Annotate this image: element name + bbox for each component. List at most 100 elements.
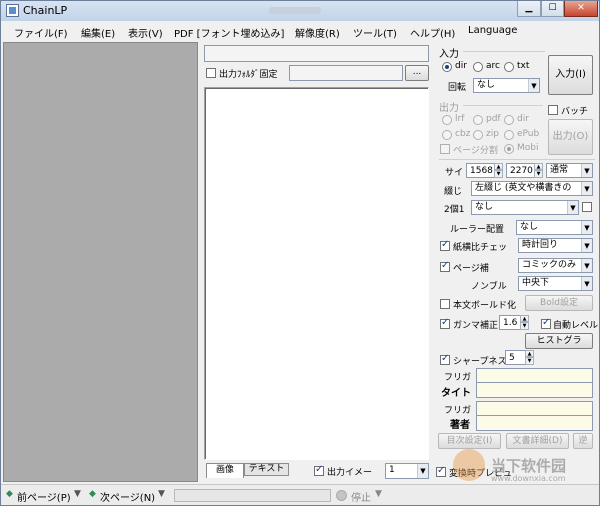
output-epub-radio[interactable] [504,130,514,140]
author-field[interactable] [476,415,593,431]
menu-file[interactable]: ファイル(F) [14,25,68,40]
page-comp-label: ページ補 [453,264,489,274]
size-label: サイ [445,168,464,178]
two-page-value: なし [475,202,494,212]
watermark-url: www.downxia.com [491,474,566,483]
author-furigana-field[interactable] [476,401,593,416]
tab-image[interactable]: 画像 [206,463,244,478]
two-page-select[interactable]: なし ▼ [471,200,579,215]
height-spin-down[interactable]: ▼ [534,170,543,178]
nombre-select[interactable]: 中央下 ▼ [518,276,593,291]
preview-on-convert-checkbox[interactable] [436,465,446,477]
reverse-button[interactable]: 逆 [573,433,593,449]
sharpness-spin-up[interactable]: ▲ [525,350,534,357]
menu-tools[interactable]: ツール(T) [353,25,397,40]
title-furigana-label: フリガ [444,373,472,383]
chevron-down-icon: ▼ [581,239,592,252]
output-mobi-label: Mobi [517,143,539,153]
batch-label: バッチ [561,107,589,117]
book-detail-button[interactable]: 文書詳細(D) [506,433,569,449]
title-furigana-field[interactable] [476,368,593,383]
input-path-field[interactable] [204,45,429,62]
gamma-spin-down[interactable]: ▼ [520,322,529,330]
bold-checkbox[interactable] [440,299,450,309]
next-page-button[interactable]: 次ページ(N) [100,489,155,504]
page-split-checkbox[interactable] [440,144,450,154]
aspect-rotation-value: 時計回り [522,240,559,250]
menu-edit[interactable]: 編集(E) [81,25,115,40]
menu-pdf-font-embed[interactable]: PDF [フォント埋め込み] [174,25,284,40]
title-label: タイト [441,388,471,399]
maximize-button[interactable]: ☐ [541,1,564,17]
output-image-select[interactable]: 1 ▼ [385,463,429,479]
input-arc-radio[interactable] [473,62,483,72]
height-field[interactable]: 2270 [506,163,535,178]
menu-view[interactable]: 表示(V) [128,25,163,40]
stop-button[interactable]: 停止 [351,489,371,504]
gamma-checkbox[interactable] [440,317,450,329]
rotate-label: 回転 [448,83,467,93]
title-bar[interactable]: ChainLP ▁ ☐ ✕ [1,1,599,21]
width-spin-up[interactable]: ▲ [494,163,503,170]
status-bar: ◆ 前ページ(P) ▼ ◆ 次ページ(N) ▼ 停止 ▼ [1,484,599,505]
output-folder-fixed-checkbox[interactable] [206,68,216,78]
sharpness-checkbox[interactable] [440,353,450,365]
menu-help[interactable]: ヘルプ(H) [410,25,455,40]
output-button[interactable]: 出力(O) [548,119,593,155]
gamma-field[interactable]: 1.6 [499,315,521,330]
title-field[interactable] [476,382,593,398]
output-folder-field[interactable] [289,65,403,81]
page-comp-select[interactable]: コミックのみ ▼ [518,258,593,273]
output-cbz-label: cbz [455,129,471,139]
aspect-rotation-select[interactable]: 時計回り ▼ [518,238,593,253]
gamma-spin-up[interactable]: ▲ [520,315,529,322]
close-button[interactable]: ✕ [564,1,598,17]
image-preview-pane[interactable] [3,42,198,482]
bold-label: 本文ボールド化 [453,301,517,311]
bold-settings-button[interactable]: Bold設定 [525,295,593,311]
output-pdf-radio[interactable] [473,115,483,125]
input-txt-radio[interactable] [504,62,514,72]
toc-settings-button[interactable]: 目次設定(I) [438,433,501,449]
ruler-select[interactable]: なし ▼ [516,220,593,235]
output-zip-radio[interactable] [473,130,483,140]
menu-resolution[interactable]: 解像度(R) [295,25,340,40]
height-spin-up[interactable]: ▲ [534,163,543,170]
minimize-button[interactable]: ▁ [517,1,541,17]
author-furigana-label: フリガ [444,406,472,416]
file-list[interactable] [204,87,429,460]
title-blur [269,7,321,14]
page-comp-value: コミックのみ [522,260,577,270]
page-split-label: ページ分割 [453,146,498,156]
aspect-check-checkbox[interactable] [440,239,450,251]
sharpness-spin-down[interactable]: ▼ [525,357,534,365]
size-mode-select[interactable]: 通常 ▼ [546,163,593,178]
output-zip-label: zip [486,129,499,139]
aspect-check-label: 紙横比チェッ [453,243,508,253]
output-cbz-radio[interactable] [442,130,452,140]
browse-button[interactable]: ... [405,65,429,81]
rotate-value: なし [477,80,496,90]
output-lrf-radio[interactable] [442,115,452,125]
width-field[interactable]: 1568 [466,163,495,178]
sharpness-field[interactable]: 5 [505,350,526,365]
prev-page-button[interactable]: 前ページ(P) [17,489,71,504]
output-dir-radio[interactable] [504,115,514,125]
stop-icon [336,490,347,501]
chevron-down-icon: ▼ [581,221,592,234]
binding-select[interactable]: 左綴じ (英文や横書きの ▼ [471,181,593,196]
page-comp-checkbox[interactable] [440,260,450,272]
rotate-select[interactable]: なし ▼ [473,78,540,93]
input-button[interactable]: 入力(I) [548,55,593,95]
menu-language[interactable]: Language [468,25,517,36]
output-mobi-radio[interactable] [504,144,514,154]
two-page-checkbox[interactable] [582,202,592,212]
auto-level-checkbox[interactable] [541,317,551,329]
output-image-checkbox[interactable] [314,464,324,476]
width-spin-down[interactable]: ▼ [494,170,503,178]
histogram-button[interactable]: ヒストグラ [525,333,593,349]
input-dir-radio[interactable] [442,62,452,72]
chevron-down-icon: ▼ [417,464,428,478]
batch-checkbox[interactable] [548,105,558,115]
tab-text[interactable]: テキスト [244,463,289,476]
